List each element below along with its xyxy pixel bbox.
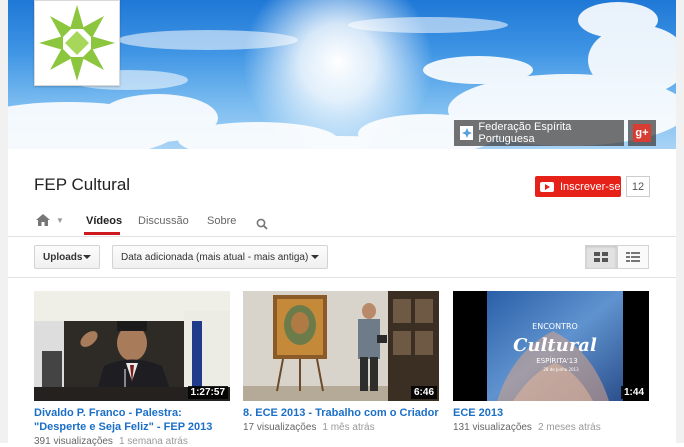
video-card[interactable]: 6:46 8. ECE 2013 - Trabalho com o Criado… (243, 291, 439, 433)
thumbnail-speaker-image (34, 291, 230, 401)
thumbnail-event-poster-image: ENCONTRO Cultural ESPÍRITA'13 28 de Junh… (453, 291, 649, 401)
tab-home[interactable]: ▼ (36, 214, 64, 226)
video-meta: 131 visualizações 2 meses atrás (453, 422, 649, 433)
active-tab-indicator (84, 232, 120, 235)
tab-videos[interactable]: Vídeos (86, 215, 122, 227)
grid-view-icon (594, 252, 608, 262)
youtube-play-icon (540, 181, 554, 192)
sort-dropdown-label: Data adicionada (mais atual - mais antig… (121, 251, 309, 263)
video-title-link[interactable]: ECE 2013 (453, 406, 649, 420)
list-view-button[interactable] (617, 245, 649, 269)
subscribe-button[interactable]: Inscrever-se (535, 176, 621, 197)
uploads-dropdown[interactable]: Uploads (34, 245, 100, 269)
video-thumbnail[interactable]: 6:46 (243, 291, 439, 401)
chevron-down-icon: ▼ (56, 215, 64, 225)
thumbnail-painting-image (243, 291, 439, 401)
dropdown-arrow-icon (83, 255, 91, 259)
page-gutter-right (676, 0, 684, 443)
video-views: 131 visualizações (453, 422, 532, 433)
subscriber-count: 12 (626, 176, 650, 197)
video-age: 1 semana atrás (118, 436, 188, 447)
video-views: 391 visualizações (34, 436, 113, 447)
banner-link-federacao[interactable]: Federação Espírita Portuguesa (454, 120, 624, 146)
subscribe-label: Inscrever-se (560, 180, 621, 193)
channel-search-button[interactable] (256, 217, 268, 235)
video-title-link[interactable]: 8. ECE 2013 - Trabalho com o Criador (243, 406, 439, 420)
grid-view-button[interactable] (585, 245, 617, 269)
list-view-icon (626, 252, 640, 262)
channel-title: FEP Cultural (34, 175, 131, 194)
video-meta: 391 visualizações 1 semana atrás (34, 436, 230, 447)
home-icon (36, 214, 50, 226)
poster-line-3: ESPÍRITA'13 (536, 356, 577, 365)
fep-favicon-icon (460, 126, 474, 140)
page-gutter-left (0, 0, 8, 443)
tab-about[interactable]: Sobre (207, 215, 236, 227)
banner-link-label: Federação Espírita Portuguesa (478, 121, 572, 145)
google-plus-icon: g+ (633, 124, 651, 142)
poster-line-4: 28 de Junho 2013 (543, 367, 579, 372)
channel-logo[interactable] (34, 0, 120, 86)
poster-line-1: ENCONTRO (532, 322, 578, 331)
video-thumbnail[interactable]: ENCONTRO Cultural ESPÍRITA'13 28 de Junh… (453, 291, 649, 401)
view-toggle (585, 245, 649, 269)
search-icon (256, 218, 268, 230)
video-age: 1 mês atrás (322, 422, 375, 433)
dropdown-arrow-icon (311, 255, 319, 259)
video-title-link[interactable]: Divaldo P. Franco - Palestra: "Desperte … (34, 406, 230, 434)
sort-dropdown[interactable]: Data adicionada (mais atual - mais antig… (112, 245, 328, 269)
channel-banner: Federação Espírita Portuguesa g+ (8, 0, 676, 149)
video-card[interactable]: 1:27:57 Divaldo P. Franco - Palestra: "D… (34, 291, 230, 447)
video-duration: 6:46 (410, 386, 437, 399)
toolbar-divider (8, 277, 676, 278)
channel-tabs: ▼ Vídeos Discussão Sobre (34, 208, 650, 236)
video-views: 17 visualizações (243, 422, 317, 433)
video-duration: 1:27:57 (187, 386, 228, 399)
tab-discussion[interactable]: Discussão (138, 215, 189, 227)
video-duration: 1:44 (620, 386, 647, 399)
star-logo-icon (39, 5, 115, 81)
video-card[interactable]: ENCONTRO Cultural ESPÍRITA'13 28 de Junh… (453, 291, 649, 433)
video-thumbnail[interactable]: 1:27:57 (34, 291, 230, 401)
uploads-dropdown-label: Uploads (43, 251, 83, 263)
video-meta: 17 visualizações 1 mês atrás (243, 422, 439, 433)
google-plus-button[interactable]: g+ (628, 120, 656, 146)
tabs-divider (8, 236, 676, 237)
video-age: 2 meses atrás (537, 422, 601, 433)
poster-line-2: Cultural (513, 335, 597, 356)
